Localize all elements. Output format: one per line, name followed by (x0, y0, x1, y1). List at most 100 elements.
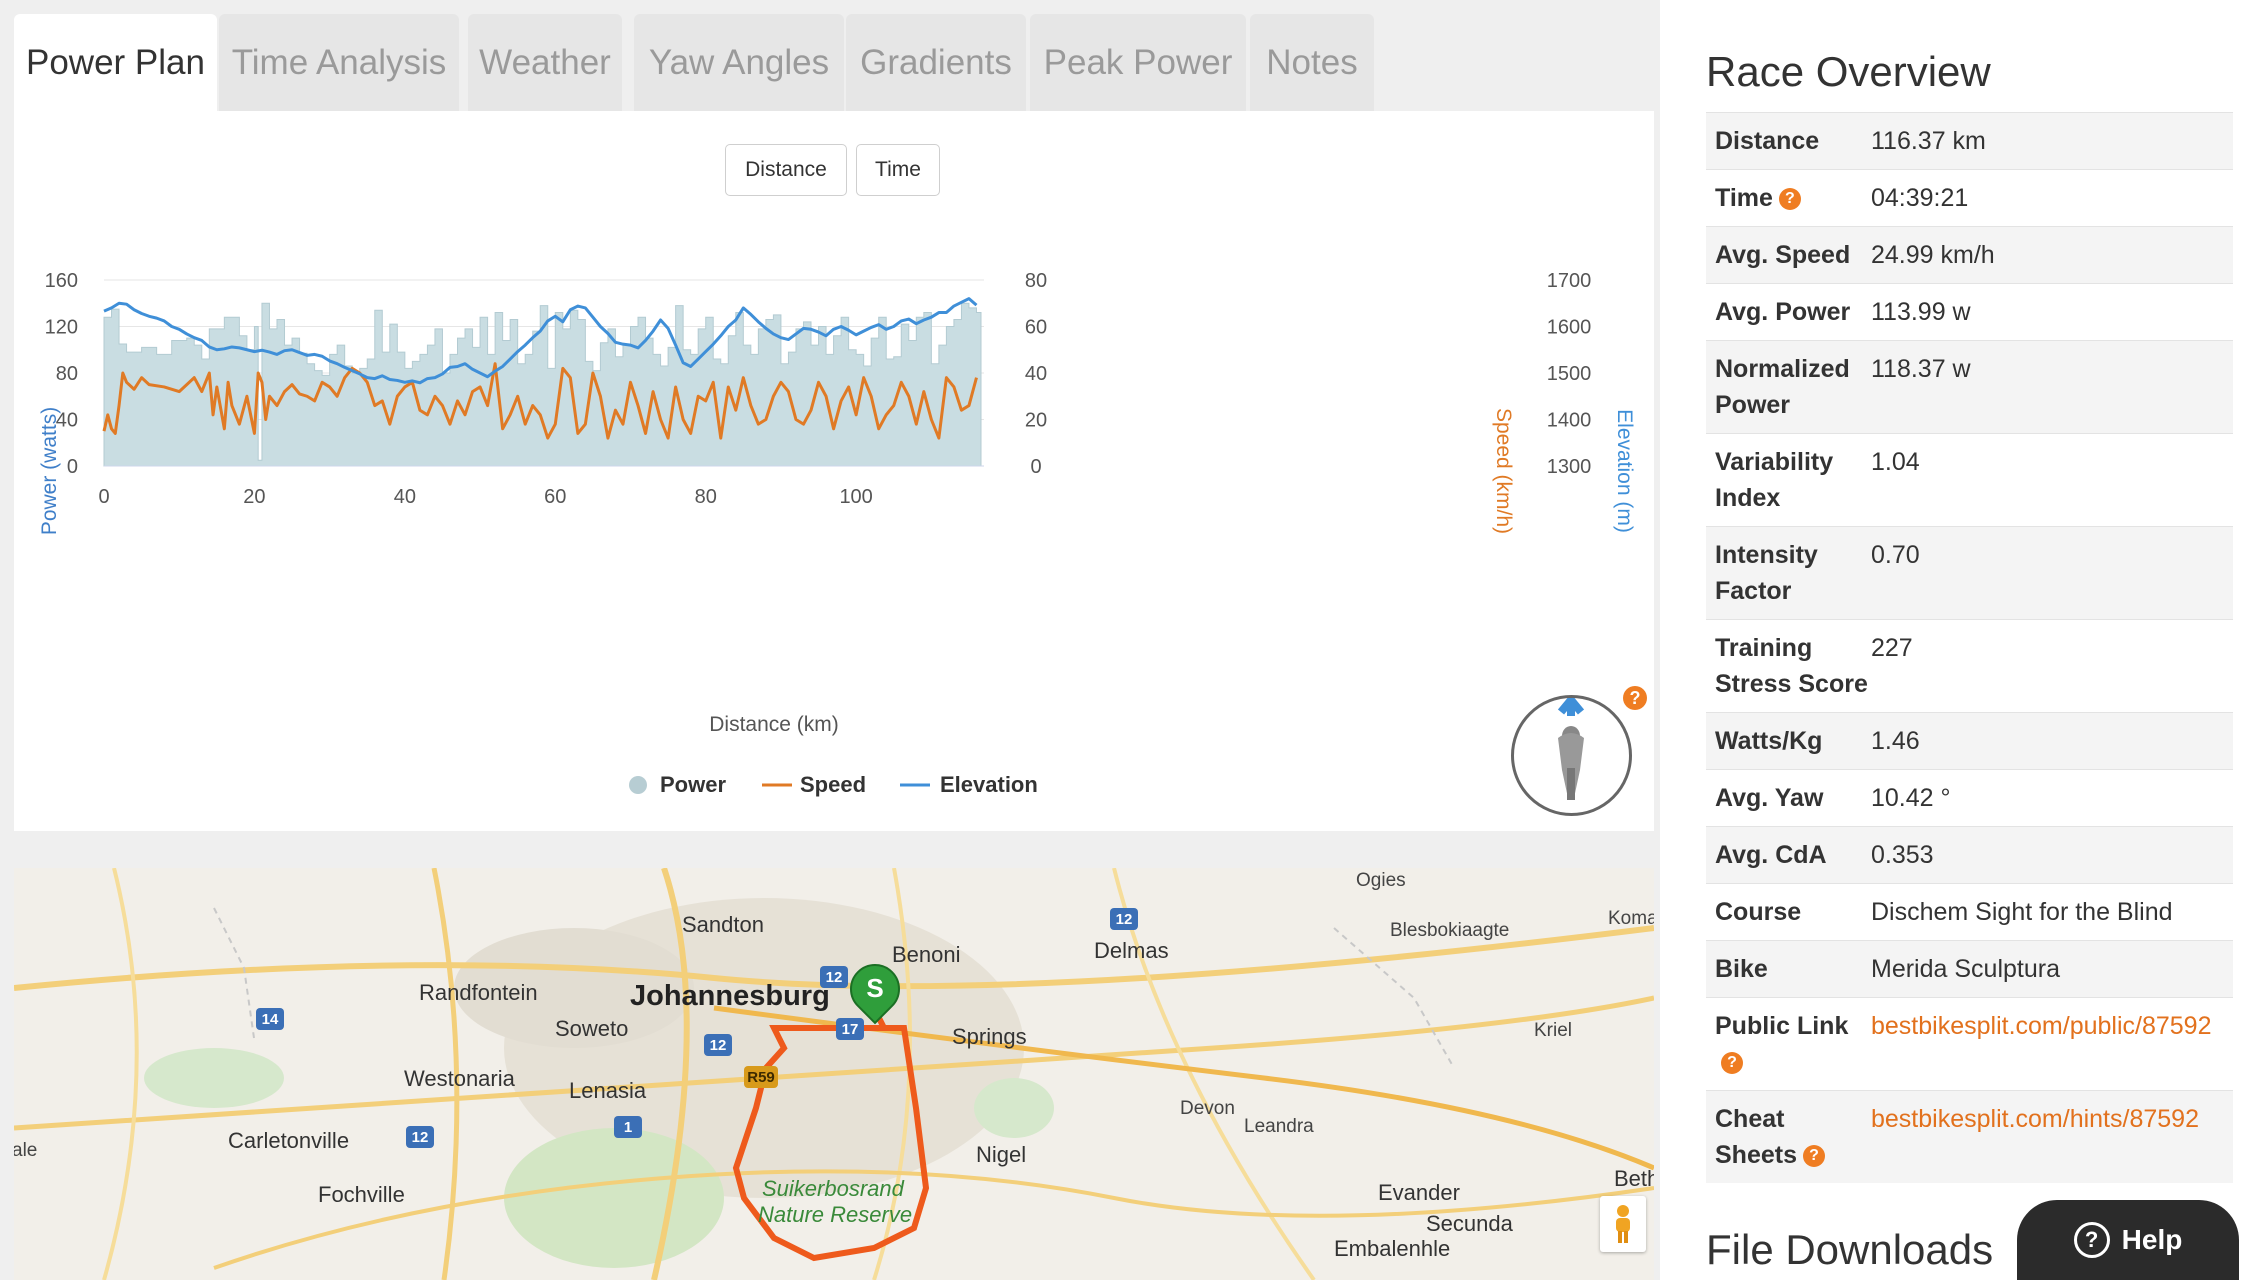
overview-row: Course Dischem Sight for the Blind (1706, 883, 2233, 940)
help-icon[interactable]: ? (1778, 188, 1801, 211)
overview-label-text: Watts/Kg (1715, 727, 1823, 755)
legend-elevation-label: Elevation (940, 772, 1038, 797)
tab-yaw-angles[interactable]: Yaw Angles (634, 14, 844, 111)
tab-weather[interactable]: Weather (468, 14, 622, 111)
tab-peak-power[interactable]: Peak Power (1030, 14, 1246, 111)
overview-row: Time? 04:39:21 (1706, 169, 2233, 226)
overview-value: 113.99 w (1871, 284, 2233, 340)
road-shield: 12 (1110, 908, 1138, 930)
overview-value: 04:39:21 (1871, 170, 2233, 226)
route-map[interactable]: Sandton Benoni Delmas Ogies Blesbokiaagt… (14, 868, 1654, 1280)
map-label: Nature Reserve (758, 1202, 913, 1227)
overview-value-text: 118.37 w (1871, 355, 1971, 383)
map-label: Randfontein (419, 980, 538, 1005)
overview-value-text: 0.70 (1871, 541, 1920, 569)
power-speed-elevation-chart: 0 20 40 60 80 1000408012016002040608013001400… (38, 270, 1636, 797)
x-tick-label: 40 (394, 486, 416, 508)
x-axis-title: Distance (km) (709, 713, 839, 736)
overview-value-text: 1.04 (1871, 448, 1920, 476)
overview-link[interactable]: bestbikesplit.com/hints/87592 (1871, 1105, 2199, 1133)
overview-value: 118.37 w (1871, 341, 2233, 433)
overview-value-text: 227 (1871, 634, 1913, 662)
street-view-pegman-icon[interactable] (1600, 1196, 1646, 1252)
overview-label-text: Bike (1715, 955, 1768, 983)
overview-label-text: Distance (1715, 127, 1820, 155)
overview-label-text: Avg. Yaw (1715, 784, 1824, 812)
overview-value: 1.46 (1871, 713, 2233, 769)
sidebar: Race Overview Distance 116.37 km Time? 04:3… (1690, 0, 2247, 1280)
tab-notes[interactable]: Notes (1250, 14, 1374, 111)
map-label: Suikerbosrand (762, 1176, 904, 1201)
overview-label: Normalized Power (1706, 341, 1871, 433)
rider-icon (1557, 693, 1585, 800)
overview-row: Avg. Yaw 10.42 ° (1706, 769, 2233, 826)
map-label: Koma (1608, 908, 1654, 929)
overview-link[interactable]: bestbikesplit.com/public/87592 (1871, 1012, 2211, 1040)
help-icon[interactable]: ? (1802, 1145, 1825, 1168)
help-icon[interactable]: ? (1721, 1052, 1743, 1075)
overview-value: bestbikesplit.com/hints/87592 (1871, 1091, 2233, 1183)
tab-gradients[interactable]: Gradients (846, 14, 1026, 111)
overview-row: Normalized Power 118.37 w (1706, 340, 2233, 433)
road-shield: 1 (614, 1116, 642, 1138)
x-tick-label: 100 (839, 486, 872, 508)
overview-label-text: Avg. CdA (1715, 841, 1827, 869)
power-tick-label: 120 (45, 317, 78, 339)
overview-value-text: 116.37 km (1871, 127, 1986, 155)
overview-label: Cheat Sheets? (1706, 1091, 1871, 1183)
map-label: Embalenhle (1334, 1236, 1451, 1261)
road-shield: 14 (256, 1008, 284, 1030)
overview-value-text: Merida Sculptura (1871, 955, 2060, 983)
overview-label-text: Avg. Power (1715, 298, 1851, 326)
map-label: Devon (1180, 1098, 1235, 1119)
overview-label-text: Public Link (1715, 1012, 1849, 1040)
tab-time-analysis[interactable]: Time Analysis (219, 14, 459, 111)
overview-value-text: 10.42 ° (1871, 784, 1951, 812)
speed-axis-title: Speed (km/h) (1492, 408, 1515, 534)
overview-row: Avg. Power 113.99 w (1706, 283, 2233, 340)
x-tick-label: 80 (695, 486, 717, 508)
elevation-tick-label: 1700 (1547, 270, 1592, 292)
power-tick-label: 160 (45, 270, 78, 292)
help-button-label: Help (2121, 1224, 2183, 1255)
speed-tick-label: 0 (1030, 456, 1041, 478)
elevation-tick-label: 1500 (1547, 363, 1592, 385)
overview-row: Avg. CdA 0.353 (1706, 826, 2233, 883)
overview-value: Dischem Sight for the Blind (1871, 884, 2233, 940)
overview-label: Time? (1706, 170, 1871, 226)
overview-row: Avg. Speed 24.99 km/h (1706, 226, 2233, 283)
overview-value-text: 24.99 km/h (1871, 241, 1995, 269)
overview-row: Distance 116.37 km (1706, 112, 2233, 169)
legend-speed-label: Speed (800, 772, 866, 797)
overview-label: Variability Index (1706, 434, 1871, 526)
map-label: Soweto (555, 1016, 629, 1041)
map-label: Fochville (318, 1182, 405, 1207)
overview-label-text: Course (1715, 898, 1802, 926)
road-shield: 12 (406, 1126, 434, 1148)
overview-value: 24.99 km/h (1871, 227, 2233, 283)
overview-label: Distance (1706, 113, 1871, 169)
overview-value-text: Dischem Sight for the Blind (1871, 898, 2173, 926)
x-tick-label: 20 (243, 486, 265, 508)
road-shield: R59 (744, 1066, 778, 1088)
overview-value: 1.04 (1871, 434, 2233, 526)
overview-label: Avg. Speed (1706, 227, 1871, 283)
overview-value-text: 04:39:21 (1871, 184, 1969, 212)
x-tick-label: 0 (98, 486, 109, 508)
overview-value: 0.353 (1871, 827, 2233, 883)
overview-row: Variability Index 1.04 (1706, 433, 2233, 526)
overview-row: Intensity Factor 0.70 (1706, 526, 2233, 619)
tab-power-plan[interactable]: Power Plan (14, 14, 217, 112)
overview-label-text: Variability Index (1715, 448, 1834, 512)
power-axis-title: Power (watts) (38, 407, 61, 535)
overview-value-text: 0.353 (1871, 841, 1934, 869)
map-label: Carletonville (228, 1128, 350, 1153)
help-button[interactable]: ? Help (2017, 1200, 2239, 1280)
overview-label-text: Avg. Speed (1715, 241, 1851, 269)
map-label: Johannesburg (630, 980, 830, 1012)
road-shield: 12 (820, 966, 848, 988)
map-label: Springs (952, 1024, 1027, 1049)
overview-value: Merida Sculptura (1871, 941, 2233, 997)
map-label: Nigel (976, 1142, 1027, 1167)
speed-tick-label: 80 (1025, 270, 1047, 292)
